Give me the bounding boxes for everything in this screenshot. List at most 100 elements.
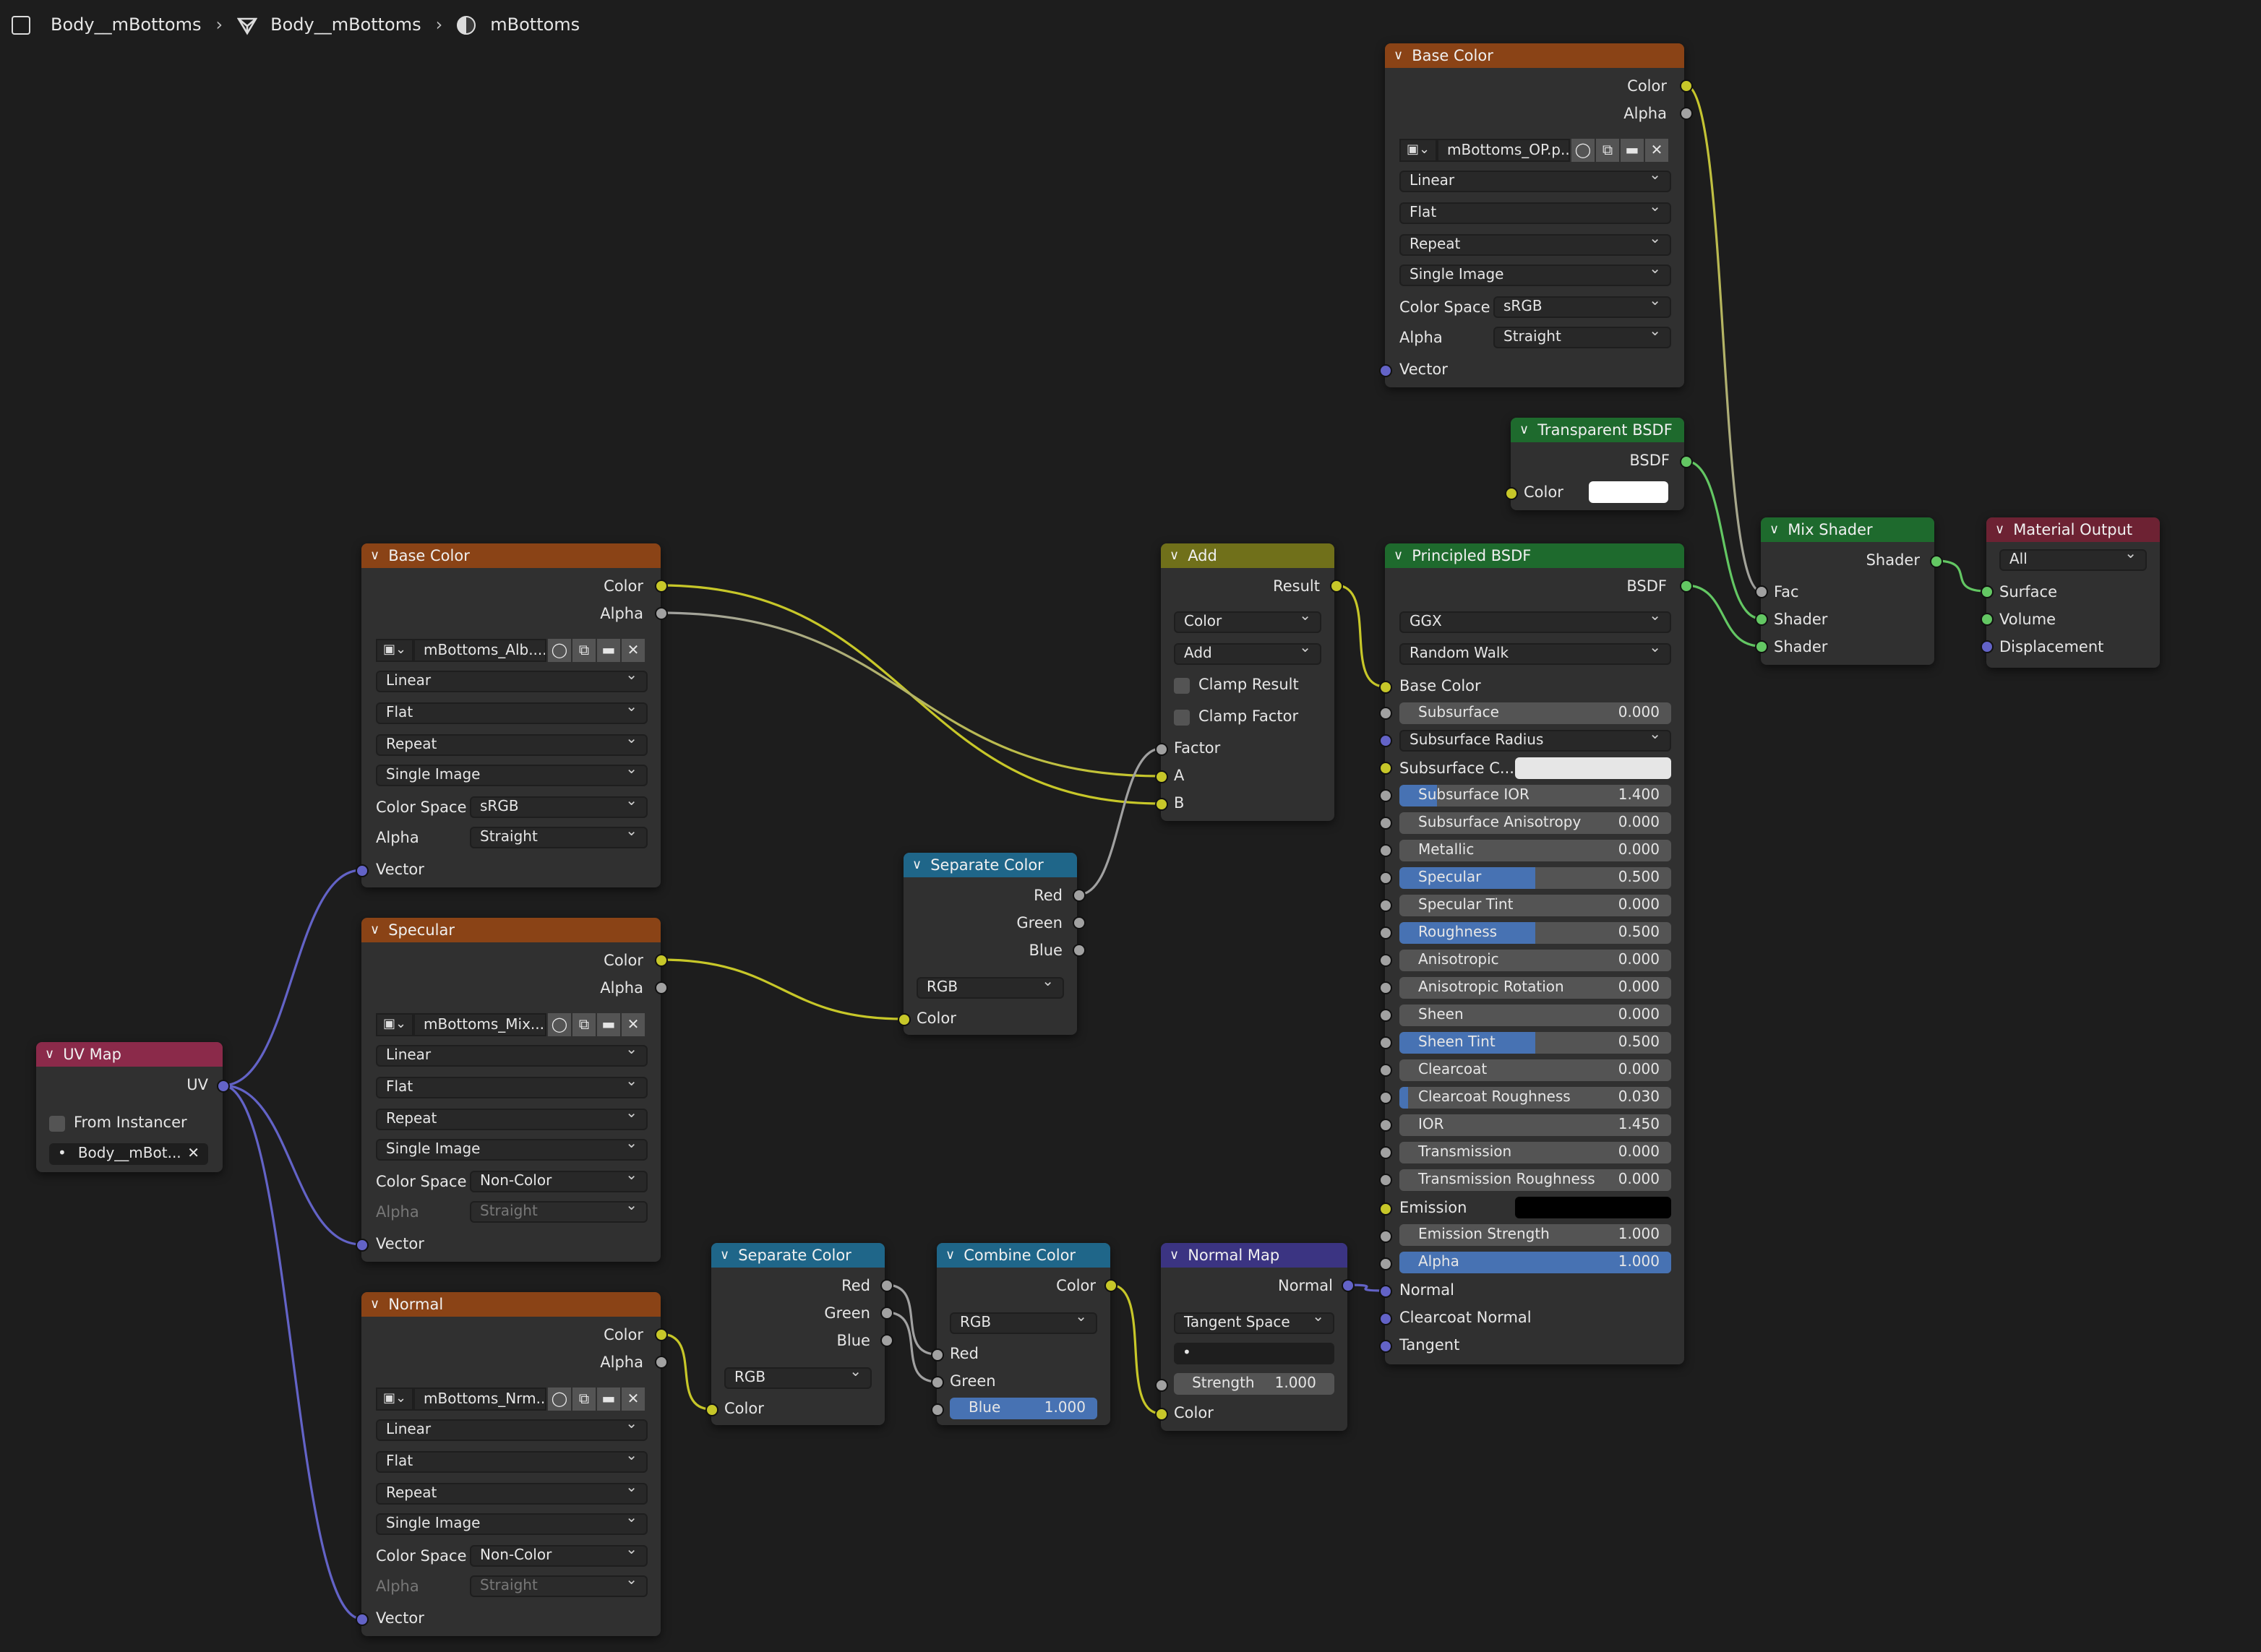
tex-normal-vector-in-socket[interactable] [355,1612,368,1625]
node-header[interactable]: ∨ Principled BSDF [1385,543,1684,568]
close-icon[interactable]: ✕ [620,1013,645,1036]
color-space-dropdown[interactable]: Non-Color [470,1168,648,1192]
collapse-icon[interactable]: ∨ [720,1248,729,1262]
principled-float-in-0-socket[interactable] [1378,706,1391,719]
node-header[interactable]: ∨ Base Color [1385,43,1684,68]
specular-slider[interactable]: Specular 0.500 [1399,867,1671,889]
add-a-in-socket[interactable] [1154,770,1167,783]
principled-float-in-3-socket[interactable] [1378,843,1391,856]
output-volume-in-socket[interactable] [1980,612,1993,625]
source-dropdown[interactable]: Single Image [1399,262,1671,286]
sep1-red-out-socket[interactable] [1072,888,1085,901]
subsurface-ior-slider[interactable]: Subsurface IOR 1.400 [1399,785,1671,806]
duplicate-icon[interactable]: ⧉ [571,1013,596,1036]
sep1-color-in-socket[interactable] [897,1012,910,1025]
image-name[interactable]: mBottoms_OP.p... [1437,139,1570,162]
mode-dropdown[interactable]: RGB [950,1309,1097,1334]
collapse-icon[interactable]: ∨ [1769,522,1779,537]
checkbox-box[interactable] [1174,677,1190,693]
clamp-result-checkbox[interactable]: Clamp Result [1174,676,1299,694]
distribution-dropdown[interactable]: GGX [1399,608,1671,633]
node-header[interactable]: ∨ UV Map [36,1042,223,1067]
tex-base-alpha-out-socket[interactable] [654,606,667,619]
collapse-icon[interactable]: ∨ [1170,1248,1179,1262]
sep2-blue-out-socket[interactable] [880,1333,893,1346]
transmission-roughness-slider[interactable]: Transmission Roughness 0.000 [1399,1169,1671,1191]
emission-strength-slider[interactable]: Emission Strength 1.000 [1399,1224,1671,1246]
subsurface-method-dropdown[interactable]: Random Walk [1399,640,1671,665]
output-surface-in-socket[interactable] [1980,585,1993,598]
tex-normal-color-out-socket[interactable] [654,1328,667,1341]
clamp-factor-checkbox[interactable]: Clamp Factor [1174,708,1298,726]
source-dropdown[interactable]: Single Image [376,1136,648,1161]
image-browse-icon[interactable]: ▣⌄ [1399,139,1437,162]
source-dropdown[interactable]: Single Image [376,1510,648,1535]
uv-map-field[interactable]: • [1174,1343,1334,1364]
principled-subsurface-color-in-socket[interactable] [1378,761,1391,774]
transparent-bsdf-node[interactable]: ∨ Transparent BSDF BSDF Color [1511,418,1684,510]
combine-red-in-socket[interactable] [930,1348,943,1361]
fake-user-shield-icon[interactable]: ◯ [1570,139,1595,162]
add-b-in-socket[interactable] [1154,797,1167,810]
image-browse-icon[interactable]: ▣⌄ [376,1388,413,1411]
principled-float-in-10-socket[interactable] [1378,1036,1391,1049]
blend-mode-dropdown[interactable]: Add [1174,640,1321,665]
normalmap-normal-out-socket[interactable] [1341,1278,1354,1291]
principled-float-in-4-socket[interactable] [1378,871,1391,884]
duplicate-icon[interactable]: ⧉ [571,1388,596,1411]
tex-spec-color-out-socket[interactable] [654,953,667,966]
node-header[interactable]: ∨ Separate Color [904,853,1077,877]
from-instancer-checkbox[interactable]: From Instancer [49,1114,187,1132]
extension-dropdown[interactable]: Repeat [1399,231,1671,256]
node-header[interactable]: ∨ Material Output [1986,517,2160,542]
open-folder-icon[interactable]: ▬ [596,639,620,662]
mode-dropdown[interactable]: RGB [917,974,1064,999]
subsurface-anisotropy-slider[interactable]: Subsurface Anisotropy 0.000 [1399,812,1671,834]
collapse-icon[interactable]: ∨ [945,1248,955,1262]
color-space-dropdown[interactable]: Non-Color [470,1542,648,1567]
collapse-icon[interactable]: ∨ [1394,48,1403,63]
color-swatch[interactable] [1589,481,1668,503]
node-header[interactable]: ∨ Normal [361,1292,661,1317]
image-selector[interactable]: ▣⌄ mBottoms_Mix.... ◯ ⧉ ▬ ✕ [376,1013,645,1036]
breadcrumb-mesh[interactable]: Body__mBottoms [270,14,421,35]
metallic-slider[interactable]: Metallic 0.000 [1399,840,1671,861]
duplicate-icon[interactable]: ⧉ [1595,139,1619,162]
sep2-color-in-socket[interactable] [705,1403,718,1416]
sheen-slider[interactable]: Sheen 0.000 [1399,1004,1671,1026]
breadcrumb-material[interactable]: mBottoms [490,14,580,35]
sep2-red-out-socket[interactable] [880,1278,893,1291]
clearcoat-roughness-slider[interactable]: Clearcoat Roughness 0.030 [1399,1087,1671,1109]
interpolation-dropdown[interactable]: Linear [376,1416,648,1441]
principled-float-in-5-socket[interactable] [1378,898,1391,911]
interpolation-dropdown[interactable]: Linear [376,668,648,692]
tex-normal-alpha-out-socket[interactable] [654,1355,667,1368]
fake-user-shield-icon[interactable]: ◯ [546,639,571,662]
roughness-slider[interactable]: Roughness 0.500 [1399,922,1671,944]
uv-out-socket[interactable] [216,1079,229,1092]
anisotropic-slider[interactable]: Anisotropic 0.000 [1399,950,1671,971]
sep2-green-out-socket[interactable] [880,1306,893,1319]
tex-spec-vector-in-socket[interactable] [355,1238,368,1251]
principled-float-in-1-socket[interactable] [1378,788,1391,801]
breadcrumb-object[interactable]: Body__mBottoms [51,14,202,35]
material-output-node[interactable]: ∨ Material Output All Surface Volume Disp… [1986,517,2160,668]
source-dropdown[interactable]: Single Image [376,762,648,786]
image-name[interactable]: mBottoms_Nrm.... [413,1388,546,1411]
transparent-color-in-socket[interactable] [1504,486,1517,499]
interpolation-dropdown[interactable]: Linear [376,1042,648,1067]
clearcoat-slider[interactable]: Clearcoat 0.000 [1399,1059,1671,1081]
principled-float-in-6-socket[interactable] [1378,926,1391,939]
mix-fac-in-socket[interactable] [1754,585,1767,598]
checkbox-box[interactable] [1174,709,1190,725]
node-header[interactable]: ∨ Specular [361,918,661,942]
data-type-dropdown[interactable]: Color [1174,608,1321,633]
add-result-out-socket[interactable] [1329,579,1342,592]
normalmap-strength-in-socket[interactable] [1154,1378,1167,1391]
specular-tint-slider[interactable]: Specular Tint 0.000 [1399,895,1671,916]
color-space-dropdown[interactable]: sRGB [470,793,648,818]
principled-emission-in-socket[interactable] [1378,1202,1391,1215]
close-icon[interactable]: ✕ [187,1146,200,1162]
principled-float-in-16-socket[interactable] [1378,1229,1391,1242]
extension-dropdown[interactable]: Repeat [376,1480,648,1505]
